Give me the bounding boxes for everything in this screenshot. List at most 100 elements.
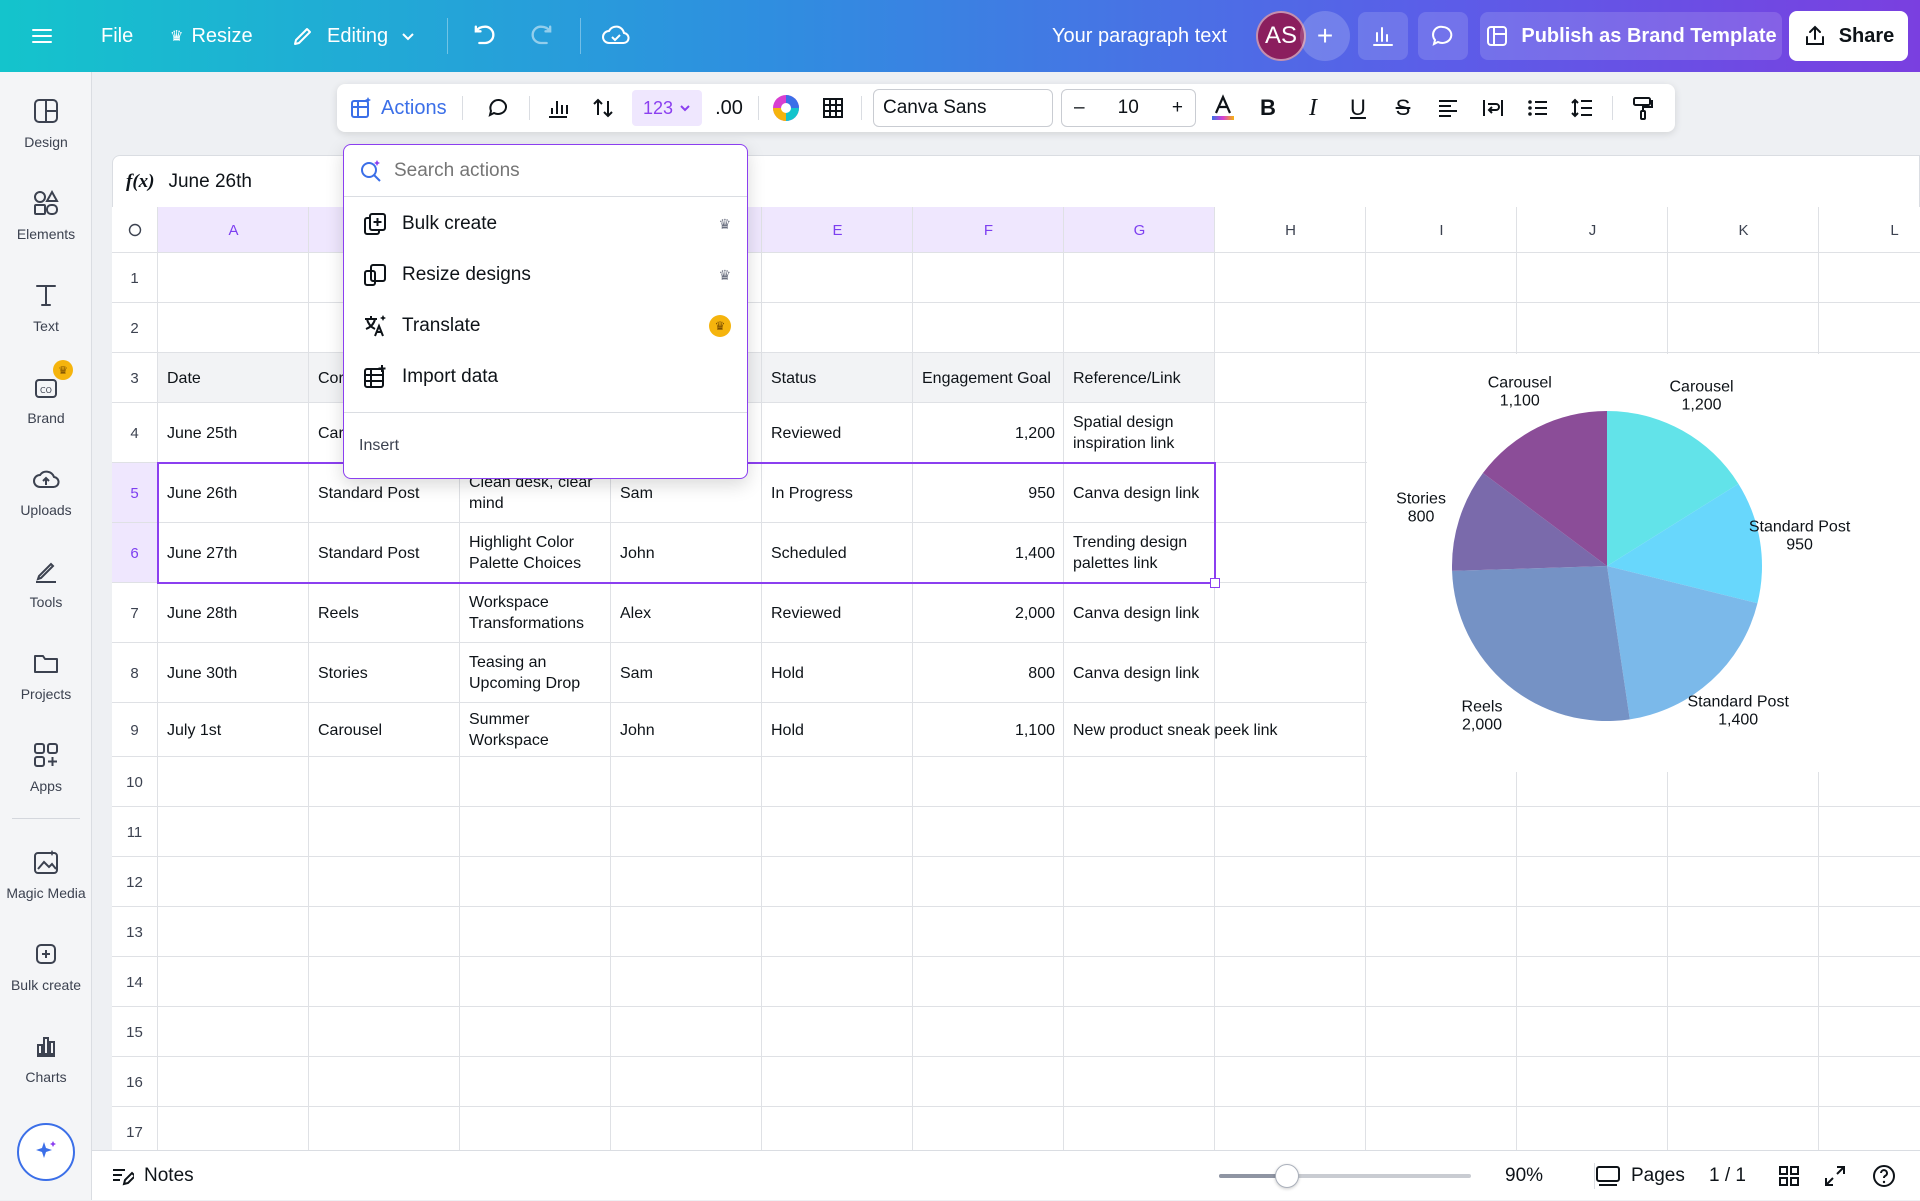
- underline-icon[interactable]: U: [1342, 84, 1374, 132]
- column-header-i[interactable]: I: [1366, 207, 1517, 253]
- select-all-corner[interactable]: [112, 207, 157, 253]
- column-header-j[interactable]: J: [1517, 207, 1668, 253]
- table-cell-type[interactable]: Stories: [309, 643, 460, 703]
- header-cell[interactable]: Date: [158, 353, 309, 403]
- sort-icon[interactable]: [587, 84, 619, 132]
- table-borders-icon[interactable]: [817, 84, 849, 132]
- table-cell-topic[interactable]: Teasing an Upcoming Drop: [460, 643, 611, 703]
- row-header-16[interactable]: 16: [112, 1057, 157, 1107]
- sidebar-item-brand[interactable]: CO Brand: [0, 372, 92, 458]
- sidebar-item-text[interactable]: Text: [0, 280, 92, 366]
- column-header-a[interactable]: A: [158, 207, 309, 253]
- publish-brand-template-button[interactable]: Publish as Brand Template: [1480, 12, 1782, 60]
- spacing-icon[interactable]: [1567, 84, 1599, 132]
- paint-format-icon[interactable]: [1627, 84, 1659, 132]
- column-header-k[interactable]: K: [1668, 207, 1819, 253]
- help-icon[interactable]: [1871, 1151, 1897, 1201]
- sidebar-item-apps[interactable]: Apps: [0, 740, 92, 826]
- table-cell-status[interactable]: Hold: [762, 703, 913, 757]
- pie-chart[interactable]: Carousel 1,200 Standard Post 950 Standard Po…: [1367, 354, 1920, 772]
- pages-button[interactable]: Pages: [1595, 1151, 1685, 1201]
- action-bulk-create[interactable]: Bulk create ♛: [344, 199, 747, 249]
- header-cell[interactable]: Status: [762, 353, 913, 403]
- font-family-dropdown[interactable]: Canva Sans: [873, 89, 1053, 127]
- table-cell-status[interactable]: Hold: [762, 643, 913, 703]
- table-cell-goal[interactable]: 1,100: [913, 703, 1064, 757]
- column-header-h[interactable]: H: [1215, 207, 1366, 253]
- table-cell-owner[interactable]: John: [611, 703, 762, 757]
- insights-icon[interactable]: [1358, 12, 1408, 60]
- table-cell-goal[interactable]: 2,000: [913, 583, 1064, 643]
- table-cell-date[interactable]: June 30th: [158, 643, 309, 703]
- magic-comment-icon[interactable]: [483, 84, 515, 132]
- add-collaborator-icon[interactable]: +: [1300, 11, 1350, 61]
- table-cell-link[interactable]: New product sneak peek link: [1064, 703, 1364, 757]
- actions-search[interactable]: [344, 145, 747, 197]
- column-header-g[interactable]: G: [1064, 207, 1215, 253]
- text-wrap-icon[interactable]: [1477, 84, 1509, 132]
- redo-icon[interactable]: [528, 0, 556, 72]
- row-header-7[interactable]: 7: [112, 583, 157, 643]
- column-header-f[interactable]: F: [913, 207, 1064, 253]
- editing-dropdown[interactable]: Editing: [291, 0, 416, 72]
- row-header-3[interactable]: 3: [112, 353, 157, 403]
- action-resize-designs[interactable]: Resize designs ♛: [344, 250, 747, 300]
- sidebar-item-bulk-create[interactable]: Bulk create: [0, 939, 92, 1025]
- formula-value[interactable]: June 26th: [168, 171, 251, 193]
- sidebar-item-projects[interactable]: Projects: [0, 648, 92, 734]
- table-cell-link[interactable]: Canva design link: [1064, 643, 1215, 703]
- row-header-1[interactable]: 1: [112, 253, 157, 303]
- row-header-11[interactable]: 11: [112, 807, 157, 857]
- bold-icon[interactable]: B: [1252, 84, 1284, 132]
- sidebar-item-elements[interactable]: Elements: [0, 188, 92, 274]
- strikethrough-icon[interactable]: S: [1387, 84, 1419, 132]
- sidebar-item-charts[interactable]: Charts: [0, 1031, 92, 1117]
- table-cell-date[interactable]: June 25th: [158, 403, 309, 463]
- row-header-13[interactable]: 13: [112, 907, 157, 957]
- table-cell-owner[interactable]: Sam: [611, 643, 762, 703]
- zoom-level[interactable]: 90%: [1505, 1151, 1543, 1201]
- actions-button[interactable]: Actions: [349, 84, 447, 132]
- row-header-2[interactable]: 2: [112, 303, 157, 353]
- table-cell-date[interactable]: June 28th: [158, 583, 309, 643]
- header-cell[interactable]: Reference/Link: [1064, 353, 1215, 403]
- action-import-data[interactable]: Import data: [344, 352, 747, 402]
- table-cell-date[interactable]: July 1st: [158, 703, 309, 757]
- row-header-8[interactable]: 8: [112, 643, 157, 703]
- action-translate[interactable]: Translate ♛: [344, 301, 747, 351]
- decimal-places-button[interactable]: .00: [709, 84, 749, 132]
- row-header-4[interactable]: 4: [112, 403, 157, 463]
- header-cell[interactable]: Engagement Goal: [913, 353, 1064, 403]
- table-cell-topic[interactable]: Workspace Transformations: [460, 583, 611, 643]
- notes-button[interactable]: Notes: [110, 1151, 194, 1201]
- row-header-15[interactable]: 15: [112, 1007, 157, 1057]
- table-cell-status[interactable]: Reviewed: [762, 583, 913, 643]
- font-size-stepper[interactable]: – 10 +: [1061, 89, 1196, 127]
- number-format-dropdown[interactable]: 123: [632, 90, 702, 126]
- comment-icon[interactable]: [1418, 12, 1468, 60]
- cloud-saved-icon[interactable]: [601, 0, 631, 72]
- zoom-slider[interactable]: [1219, 1174, 1471, 1178]
- table-cell-link[interactable]: Canva design link: [1064, 583, 1215, 643]
- undo-icon[interactable]: [470, 0, 498, 72]
- avatar[interactable]: AS: [1256, 11, 1306, 61]
- table-cell-status[interactable]: Reviewed: [762, 403, 913, 463]
- bullet-list-icon[interactable]: [1522, 84, 1554, 132]
- chart-icon[interactable]: [542, 84, 574, 132]
- align-left-icon[interactable]: [1432, 84, 1464, 132]
- row-header-12[interactable]: 12: [112, 857, 157, 907]
- row-header-5[interactable]: 5: [112, 463, 157, 523]
- grid-view-icon[interactable]: [1777, 1151, 1801, 1201]
- row-header-17[interactable]: 17: [112, 1107, 157, 1150]
- italic-icon[interactable]: I: [1297, 84, 1329, 132]
- row-header-14[interactable]: 14: [112, 957, 157, 1007]
- fullscreen-icon[interactable]: [1823, 1151, 1847, 1201]
- file-menu[interactable]: File: [101, 0, 133, 72]
- font-size-value[interactable]: 10: [1118, 97, 1139, 119]
- sidebar-item-tools[interactable]: Tools: [0, 556, 92, 642]
- selection-resize-handle[interactable]: [1210, 578, 1220, 588]
- sidebar-item-magic-media[interactable]: Magic Media: [0, 847, 92, 933]
- column-header-e[interactable]: E: [762, 207, 913, 253]
- actions-search-input[interactable]: [394, 159, 734, 182]
- menu-icon[interactable]: [30, 0, 54, 72]
